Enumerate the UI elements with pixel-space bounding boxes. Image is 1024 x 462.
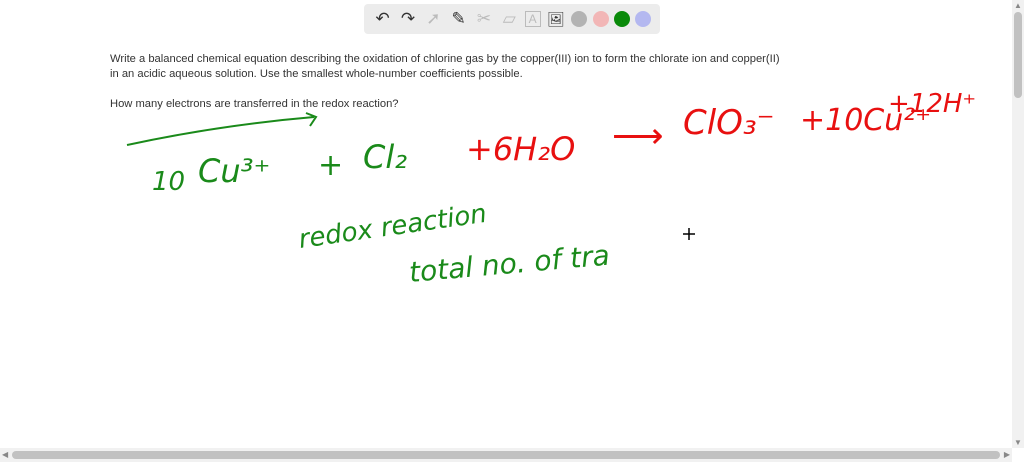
hydrogen-ion: +12H⁺ — [888, 89, 976, 119]
chlorate: ClO₃⁻ — [683, 103, 775, 143]
plus-sign: + — [318, 148, 343, 183]
vertical-scrollbar[interactable]: ▲ ▼ — [1012, 0, 1024, 448]
water: +6H₂O — [466, 130, 575, 168]
reaction-arrow: ⟶ — [612, 115, 664, 156]
chlorine: Cl₂ — [363, 138, 407, 176]
handwriting-canvas[interactable]: 10 Cu³⁺ + Cl₂ +6H₂O ⟶ ClO₃⁻ +10Cu²⁺ +12H… — [0, 0, 1010, 446]
vertical-scroll-thumb[interactable] — [1014, 12, 1022, 98]
horizontal-scrollbar[interactable]: ◀ ▶ — [0, 448, 1012, 462]
green-stroke-line — [126, 112, 318, 146]
crosshair-cursor — [683, 228, 695, 240]
note-redox: redox reaction — [297, 199, 489, 255]
copper-iii: Cu³⁺ — [198, 152, 270, 190]
horizontal-scroll-thumb[interactable] — [12, 451, 1000, 459]
coefficient-10: 10 — [152, 167, 185, 197]
note-total: total no. of tra — [408, 239, 611, 289]
